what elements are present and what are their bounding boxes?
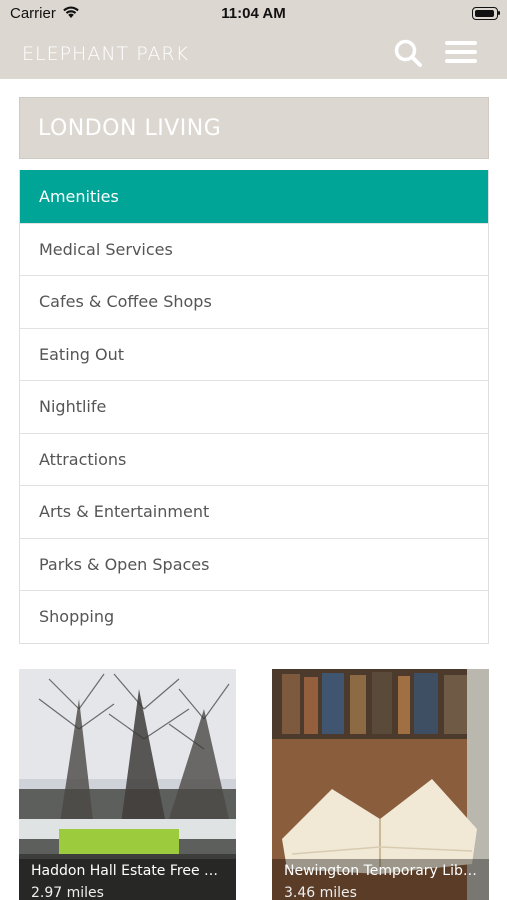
- category-item-arts[interactable]: Arts & Entertainment: [20, 485, 488, 538]
- search-icon[interactable]: [393, 38, 423, 68]
- category-item-attractions[interactable]: Attractions: [20, 432, 488, 485]
- category-item-eating-out[interactable]: Eating Out: [20, 327, 488, 380]
- category-item-nightlife[interactable]: Nightlife: [20, 380, 488, 433]
- status-time: 11:04 AM: [221, 5, 286, 22]
- place-distance: 2.97 miles: [31, 885, 104, 900]
- category-item-cafes[interactable]: Cafes & Coffee Shops: [20, 275, 488, 328]
- brand-title[interactable]: ELEPHANT PARK: [22, 43, 189, 65]
- status-bar: Carrier 11:04 AM: [0, 0, 507, 28]
- category-item-medical-services[interactable]: Medical Services: [20, 222, 488, 275]
- category-item-parks[interactable]: Parks & Open Spaces: [20, 537, 488, 590]
- section-banner: LONDON LIVING: [19, 97, 489, 159]
- hamburger-menu-icon[interactable]: [445, 40, 479, 64]
- place-title: Haddon Hall Estate Free O...: [31, 863, 227, 879]
- section-title: LONDON LIVING: [38, 116, 222, 141]
- place-distance: 3.46 miles: [284, 885, 357, 900]
- battery-icon: [472, 7, 500, 20]
- app-header: Carrier 11:04 AM ELEPHANT PARK: [0, 0, 507, 79]
- category-list: Amenities Medical Services Cafes & Coffe…: [19, 170, 489, 644]
- category-item-amenities[interactable]: Amenities: [20, 170, 488, 223]
- category-item-shopping[interactable]: Shopping: [20, 590, 488, 643]
- place-card[interactable]: Haddon Hall Estate Free O... 2.97 miles: [19, 669, 236, 900]
- place-card[interactable]: Newington Temporary Libr... 3.46 miles: [272, 669, 489, 900]
- place-title: Newington Temporary Libr...: [284, 863, 480, 879]
